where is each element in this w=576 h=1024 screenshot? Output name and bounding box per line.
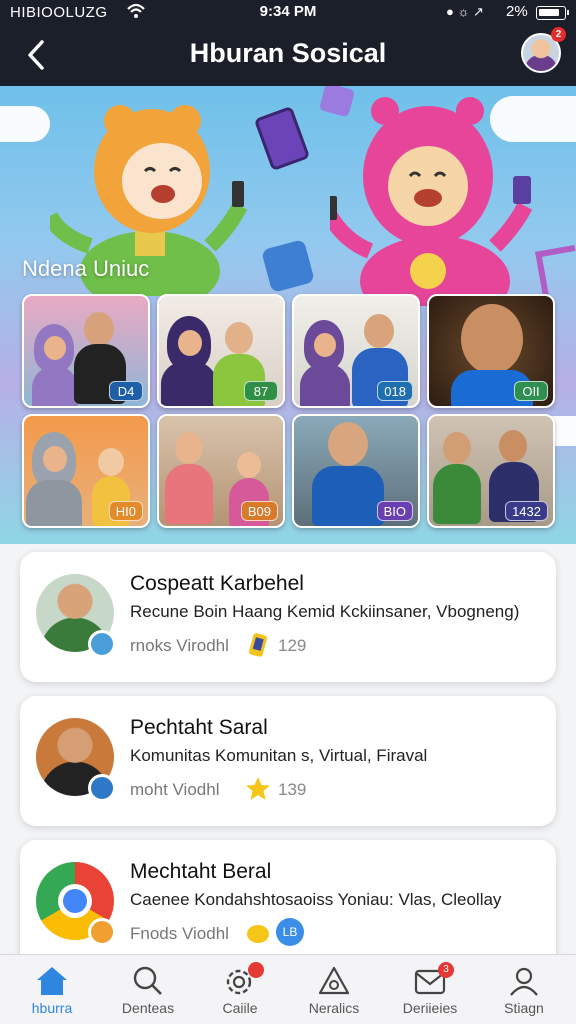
battery-percent: 2% <box>506 3 528 20</box>
inbox-badge: 3 <box>438 962 454 978</box>
tile-badge: 1432 <box>505 501 548 521</box>
search-icon <box>133 966 162 995</box>
tab-label: Deriieies <box>402 1000 458 1016</box>
community-tile[interactable]: 1432 <box>427 414 555 528</box>
tab-label: Neralics <box>308 1000 360 1016</box>
link-badge-icon <box>88 774 116 802</box>
community-feed: Cospeatt Karbehel Recune Boin Haang Kemi… <box>0 544 576 954</box>
tab-neralics[interactable]: Neralics <box>286 955 382 1024</box>
link-badge-icon <box>88 630 116 658</box>
phone-decoration-icon <box>253 105 311 172</box>
hand-icon <box>245 920 271 946</box>
battery-icon <box>536 6 569 20</box>
hero-banner: Ndena Uniuc D4 87 018 OII HI0 B09 BIO 14… <box>0 86 576 544</box>
page-title: Hburan Sosical <box>189 38 387 68</box>
card-meta: Fnods Viodhl <box>130 924 229 943</box>
app-header: Hburan Sosical 2 <box>0 26 576 86</box>
card-description: Caenee Kondahshtosaoiss Yoniau: Vlas, Cl… <box>130 890 502 909</box>
tile-badge: 018 <box>377 381 413 401</box>
tile-badge: D4 <box>109 381 143 401</box>
tile-badge: 87 <box>244 381 278 401</box>
tab-settings[interactable]: Caiile <box>192 955 288 1024</box>
card-description: Komunitas Komunitan s, Virtual, Firaval <box>130 746 428 765</box>
tab-label: hburra <box>31 1000 73 1016</box>
community-card[interactable]: Mechtaht Beral Caenee Kondahshtosaoiss Y… <box>20 840 556 954</box>
card-meta: rnoks Virodhl <box>130 636 229 655</box>
settings-badge <box>248 962 264 978</box>
member-count: 139 <box>278 780 307 799</box>
tile-badge: HI0 <box>108 501 143 521</box>
community-tile[interactable]: HI0 <box>22 414 150 528</box>
tab-label: Stiagn <box>504 1000 544 1016</box>
hero-label: Ndena Uniuc <box>22 256 150 281</box>
tab-home[interactable]: hburra <box>4 955 100 1024</box>
pink-mascot-illustration <box>323 96 550 326</box>
community-tile[interactable]: OII <box>427 294 555 408</box>
profile-icon <box>510 967 538 996</box>
tab-inbox[interactable]: 3 Deriieies <box>382 955 478 1024</box>
tile-badge: OII <box>514 381 548 401</box>
home-icon <box>37 967 67 995</box>
phone-decoration-icon <box>261 239 315 293</box>
card-title: Cospeatt Karbehel <box>130 572 304 595</box>
tab-label: Denteas <box>121 1000 175 1016</box>
star-icon <box>245 776 271 802</box>
tab-search[interactable]: Denteas <box>100 955 196 1024</box>
card-title: Mechtaht Beral <box>130 860 272 883</box>
tab-label: Caiile <box>222 1000 258 1016</box>
community-tile[interactable]: 018 <box>292 294 420 408</box>
community-tile[interactable]: D4 <box>22 294 150 408</box>
cloud-decoration <box>0 106 50 142</box>
house-outline-icon <box>318 966 350 995</box>
tile-badge: BIO <box>376 501 413 521</box>
link-badge-icon <box>88 918 116 946</box>
card-title: Pechtaht Saral <box>130 716 268 739</box>
bottom-tab-bar: hburra Denteas Caiile Neralics 3 Deriiei… <box>0 954 576 1024</box>
community-card[interactable]: Cospeatt Karbehel Recune Boin Haang Kemi… <box>20 552 556 682</box>
card-description: Recune Boin Haang Kemid Kckiinsaner, Vbo… <box>130 602 520 621</box>
member-count: 129 <box>278 636 307 655</box>
status-bar: HIBIOOLUZG 9:34 PM ● ☼ ↗ 2% <box>0 0 576 26</box>
phone-sticker-icon <box>245 632 271 658</box>
status-time: 9:34 PM <box>259 3 317 20</box>
tab-profile[interactable]: Stiagn <box>476 955 572 1024</box>
tile-badge: B09 <box>240 501 278 521</box>
status-icons: ● ☼ ↗ <box>446 4 484 19</box>
community-tile[interactable]: 87 <box>157 294 285 408</box>
card-meta: moht Viodhl <box>130 780 220 799</box>
community-tile[interactable]: B09 <box>157 414 285 528</box>
notification-badge: 2 <box>551 27 566 42</box>
lb-badge-icon: LB <box>276 918 304 946</box>
community-card[interactable]: Pechtaht Saral Komunitas Komunitan s, Vi… <box>20 696 556 826</box>
community-tile[interactable]: BIO <box>292 414 420 528</box>
